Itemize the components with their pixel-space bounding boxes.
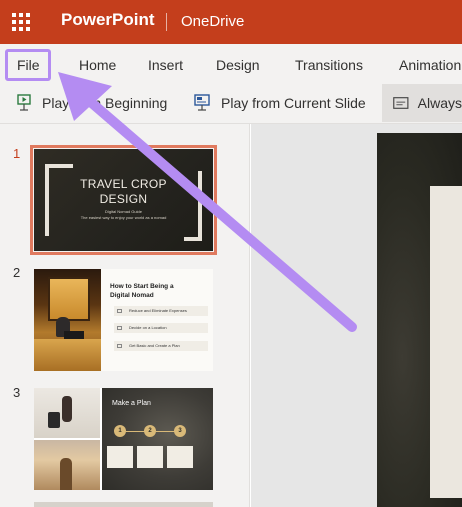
slide-number-3: 3 — [13, 385, 21, 400]
slide-2-item-1: Reduce and Eliminate Expenses — [114, 306, 208, 316]
play-from-beginning-icon — [17, 94, 31, 111]
slide-thumbnail-4-peek[interactable] — [34, 502, 213, 507]
slide-thumbnails-pane[interactable]: 1 TRAVEL CROP DESIGN Digital Nomad Guide… — [0, 124, 250, 507]
slide-1-title-line2: DESIGN — [99, 192, 148, 206]
ribbon-tabs: File Home Insert Design Transitions Anim… — [0, 44, 462, 84]
slide-number-1: 1 — [13, 146, 21, 161]
slide-3-heading: Make a Plan — [112, 400, 151, 407]
slide-3-step-2: 2 — [144, 425, 156, 437]
play-from-current-slide-label: Play from Current Slide — [221, 95, 366, 111]
play-from-beginning-button[interactable]: Play from Beginning — [14, 84, 167, 122]
command-bar: Play from Beginning Play from Current Sl… — [0, 84, 462, 124]
tab-transitions[interactable]: Transitions — [295, 57, 363, 73]
current-slide-preview[interactable] — [377, 133, 462, 507]
play-from-current-slide-button[interactable]: Play from Current Slide — [193, 84, 366, 122]
slide-2-item-3: Get Basic and Create a Plan — [114, 341, 208, 351]
subtitles-icon — [393, 97, 409, 109]
slide-1-subtitle-line2: The easiest way to enjoy your world as a… — [80, 215, 167, 220]
always-use-subtitles-button[interactable]: Always — [382, 84, 462, 122]
play-from-beginning-label: Play from Beginning — [42, 95, 168, 111]
play-from-current-slide-icon — [194, 94, 210, 111]
always-label: Always — [417, 95, 462, 111]
app-launcher-icon[interactable] — [12, 13, 30, 31]
slide-3-step-3: 3 — [174, 425, 186, 437]
slide-3-step-1: 1 — [114, 425, 126, 437]
slide-3-plan-panel: Make a Plan 1 2 3 — [102, 388, 213, 490]
tab-insert[interactable]: Insert — [148, 57, 183, 73]
slide-1-subtitle-line1: Digital Nomad Guide — [105, 209, 142, 214]
tab-animations[interactable]: Animation — [399, 57, 461, 73]
file-tab-highlight — [5, 49, 51, 81]
slide-thumbnail-3[interactable]: Make a Plan 1 2 3 — [34, 388, 213, 490]
slide-thumbnail-1[interactable]: TRAVEL CROP DESIGN Digital Nomad Guide T… — [30, 145, 217, 255]
slide-2-item-2: Decide on a Location — [114, 323, 208, 333]
slide-2-heading: How to Start Being a Digital Nomad — [110, 283, 174, 299]
slide-thumbnail-2[interactable]: How to Start Being a Digital Nomad Reduc… — [34, 269, 213, 371]
title-divider — [166, 13, 167, 31]
current-slide-panel — [430, 186, 462, 498]
location-link[interactable]: OneDrive — [181, 13, 244, 30]
slide-3-photo-top — [34, 388, 100, 438]
slide-number-2: 2 — [13, 265, 21, 280]
slide-3-photo-bottom — [34, 440, 100, 490]
title-bar: PowerPoint OneDrive — [0, 0, 462, 44]
tab-home[interactable]: Home — [79, 57, 116, 73]
slide-2-photo — [34, 269, 101, 371]
tab-design[interactable]: Design — [216, 57, 260, 73]
app-name[interactable]: PowerPoint — [61, 10, 155, 30]
slide-1-title-line1: TRAVEL CROP — [80, 177, 167, 191]
